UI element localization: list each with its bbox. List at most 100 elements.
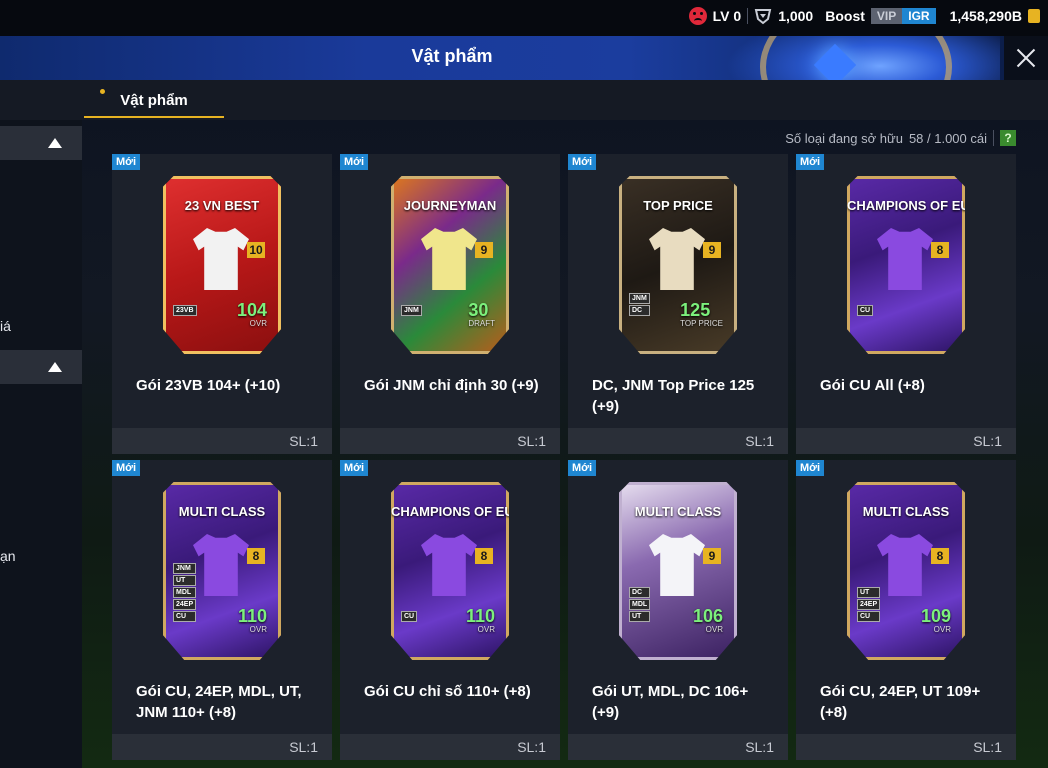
- item-card[interactable]: Mới TOP PRICE 9 125 TOP PRICE JNM DC DC, J…: [568, 154, 788, 454]
- item-quantity: SL:1: [973, 433, 1002, 449]
- item-card[interactable]: Mới MULTI CLASS 8 109 OVR UT 24EP CU Gói CU…: [796, 460, 1016, 760]
- kit-tag: DC: [629, 305, 650, 316]
- kit-tag: 23VB: [173, 305, 197, 316]
- item-card[interactable]: Mới MULTI CLASS 8 110 OVR JNM UT MDL 24EP CU …: [112, 460, 332, 760]
- item-card[interactable]: Mới 23 VN BEST 10 104 OVR 23VB Gói 23VB 1…: [112, 154, 332, 454]
- inventory-label: Số loại đang sở hữu: [785, 130, 903, 146]
- shield-icon: [754, 9, 772, 25]
- sidebar-item-text[interactable]: ạn: [0, 548, 16, 564]
- item-name: Gói CU, 24EP, UT 109+ (+8): [820, 683, 981, 721]
- pack-kit-image: JOURNEYMAN 9 30 DRAFT JNM: [391, 176, 509, 354]
- inventory-count-row: Số loại đang sở hữu 58 / 1.000 cái ?: [785, 130, 1016, 146]
- title-bar: Vật phẩm: [0, 36, 1048, 80]
- item-name: Gói CU All (+8): [820, 377, 925, 394]
- kit-tag: DC: [629, 587, 651, 598]
- pack-kit-image: MULTI CLASS 9 106 OVR DC MDL UT: [619, 482, 737, 660]
- kit-title: CHAMPIONS OF EUROPE: [391, 504, 551, 519]
- kit-ovr: 104 OVR: [237, 300, 267, 328]
- status-bar: LV 0 1,000 Boost VIP IGR 1,458,290B: [0, 0, 1048, 36]
- sidebar-section-header[interactable]: [0, 126, 82, 160]
- kit-tag: CU: [857, 611, 881, 622]
- item-card[interactable]: Mới JOURNEYMAN 9 30 DRAFT JNM Gói JNM chỉ…: [340, 154, 560, 454]
- kit-tag: MDL: [629, 599, 651, 610]
- kit-level-badge: 8: [247, 548, 265, 564]
- kit-tag: CU: [173, 611, 197, 622]
- card-footer: SL:1: [340, 428, 560, 454]
- tab-notification-dot: [100, 89, 105, 94]
- currency-text: 1,458,290B: [949, 8, 1022, 24]
- igr-badge: IGR: [902, 8, 936, 24]
- vip-badge: VIP: [870, 8, 903, 24]
- kit-level-badge: 8: [931, 548, 949, 564]
- close-icon[interactable]: [1004, 36, 1048, 80]
- pack-kit-image: MULTI CLASS 8 109 OVR UT 24EP CU: [847, 482, 965, 660]
- kit-level-badge: 10: [247, 242, 265, 258]
- card-footer: SL:1: [112, 734, 332, 760]
- tab-items[interactable]: Vật phẩm: [84, 80, 224, 118]
- card-footer: SL:1: [112, 428, 332, 454]
- kit-tag: MDL: [173, 587, 197, 598]
- pack-kit-image: TOP PRICE 9 125 TOP PRICE JNM DC: [619, 176, 737, 354]
- card-footer: SL:1: [568, 734, 788, 760]
- tab-bar: Vật phẩm: [0, 80, 1048, 120]
- ovr-label: DRAFT: [468, 319, 495, 328]
- item-name: DC, JNM Top Price 125 (+9): [592, 377, 755, 415]
- new-badge: Mới: [112, 460, 141, 476]
- kit-ovr: 110 OVR: [238, 606, 267, 634]
- item-name: Gói UT, MDL, DC 106+ (+9): [592, 683, 749, 721]
- ovr-value: 110: [465, 606, 495, 626]
- item-name: Gói CU chỉ số 110+ (+8): [364, 683, 531, 700]
- kit-title: MULTI CLASS: [178, 504, 266, 519]
- help-icon[interactable]: ?: [1000, 130, 1016, 146]
- kit-tag: JNM: [401, 305, 422, 316]
- kit-tag: 24EP: [857, 599, 881, 610]
- kit-tags: CU: [401, 611, 418, 622]
- kit-tag: CU: [401, 611, 418, 622]
- jersey-icon: [193, 228, 249, 290]
- tab-underline: [84, 116, 224, 118]
- new-badge: Mới: [796, 460, 825, 476]
- kit-level-badge: 9: [703, 548, 721, 564]
- item-quantity: SL:1: [517, 433, 546, 449]
- item-quantity: SL:1: [517, 739, 546, 755]
- sidebar: iá ạn: [0, 120, 82, 768]
- item-name: Gói JNM chỉ định 30 (+9): [364, 377, 539, 394]
- item-card[interactable]: Mới MULTI CLASS 9 106 OVR DC MDL UT Gói UT,…: [568, 460, 788, 760]
- sidebar-item-text[interactable]: iá: [0, 318, 11, 334]
- divider: [747, 8, 749, 24]
- ovr-label: OVR: [705, 625, 723, 634]
- kit-title: CHAMPIONS OF EUROPE: [847, 198, 1007, 213]
- kit-level-badge: 9: [475, 242, 493, 258]
- item-quantity: SL:1: [973, 739, 1002, 755]
- ovr-value: 125: [680, 300, 711, 320]
- item-quantity: SL:1: [745, 433, 774, 449]
- kit-tags: UT 24EP CU: [857, 587, 881, 622]
- jersey-icon: [421, 228, 477, 290]
- item-quantity: SL:1: [289, 739, 318, 755]
- jersey-icon: [421, 534, 477, 596]
- new-badge: Mới: [340, 460, 369, 476]
- ovr-label: OVR: [933, 625, 951, 634]
- ovr-label: OVR: [477, 625, 495, 634]
- jersey-icon: [877, 534, 933, 596]
- ovr-value: 30: [468, 300, 489, 320]
- jersey-icon: [877, 228, 933, 290]
- pack-kit-image: CHAMPIONS OF EUROPE 8 110 OVR CU: [391, 482, 509, 660]
- card-footer: SL:1: [340, 734, 560, 760]
- kit-tags: JNM DC: [629, 293, 650, 316]
- tab-label: Vật phẩm: [120, 92, 188, 109]
- kit-tag: CU: [857, 305, 874, 316]
- item-card[interactable]: Mới CHAMPIONS OF EUROPE 8 110 OVR CU Gói …: [340, 460, 560, 760]
- item-name: Gói CU, 24EP, MDL, UT, JNM 110+ (+8): [136, 683, 302, 721]
- kit-title: 23 VN BEST: [184, 198, 260, 213]
- kit-ovr: 109 OVR: [921, 606, 951, 634]
- sidebar-section-header[interactable]: [0, 350, 82, 384]
- ovr-value: 106: [692, 606, 723, 626]
- item-card[interactable]: Mới CHAMPIONS OF EUROPE 8 CU Gói CU All …: [796, 154, 1016, 454]
- kit-level-badge: 8: [475, 548, 493, 564]
- new-badge: Mới: [796, 154, 825, 170]
- page-title: Vật phẩm: [411, 46, 493, 66]
- collapse-arrow-icon: [48, 362, 62, 372]
- kit-tags: CU: [857, 305, 874, 316]
- kit-level-badge: 8: [931, 242, 949, 258]
